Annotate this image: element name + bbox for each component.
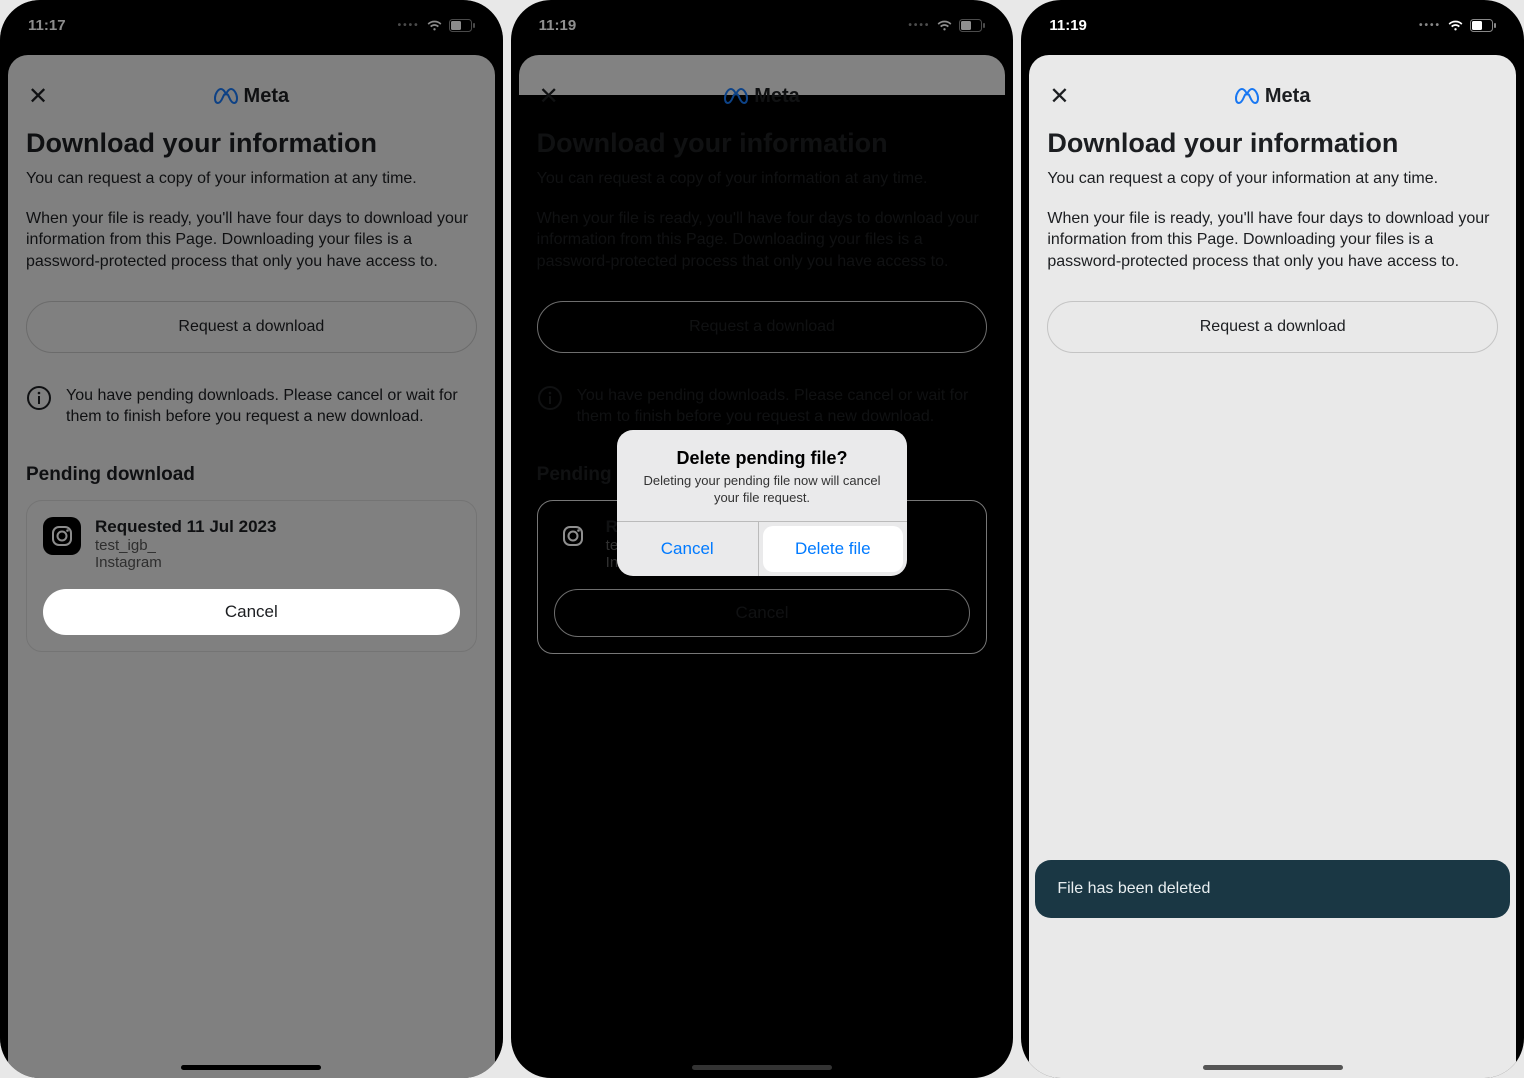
info-text: You have pending downloads. Please cance…	[66, 385, 477, 428]
info-icon	[26, 385, 52, 411]
phone-screen-1: 11:17 •••• ✕ Meta Download your informat…	[0, 0, 503, 1078]
home-indicator[interactable]	[692, 1065, 832, 1070]
cellular-dots-icon: ••••	[398, 20, 420, 31]
battery-icon	[1470, 19, 1496, 32]
request-download-button[interactable]: Request a download	[1047, 301, 1498, 353]
close-icon[interactable]: ✕	[1049, 82, 1069, 111]
instagram-icon	[43, 517, 81, 555]
request-download-button[interactable]: Request a download	[26, 301, 477, 353]
modal-sheet: ✕ Meta Download your information You can…	[519, 55, 1006, 95]
instagram-icon	[554, 517, 592, 555]
subtitle-2: When your file is ready, you'll have fou…	[26, 208, 477, 273]
phone-screen-2: 11:19 •••• ✕ Meta Download your informat…	[511, 0, 1014, 1078]
alert-cancel-button[interactable]: Cancel	[617, 522, 759, 576]
battery-icon	[449, 19, 475, 32]
page-title: Download your information	[537, 128, 988, 159]
page-title: Download your information	[26, 128, 477, 159]
alert-message: Deleting your pending file now will canc…	[633, 473, 891, 507]
info-icon	[537, 385, 563, 411]
info-box: You have pending downloads. Please cance…	[26, 385, 477, 428]
status-time: 11:19	[1049, 17, 1087, 34]
modal-sheet: ✕ Meta Download your information You can…	[8, 55, 495, 1078]
meta-logo: Meta	[1235, 85, 1311, 108]
modal-sheet: ✕ Meta Download your information You can…	[1029, 55, 1516, 1078]
subtitle-2: When your file is ready, you'll have fou…	[537, 208, 988, 273]
meta-logo: Meta	[724, 85, 800, 108]
subtitle-1: You can request a copy of your informati…	[537, 169, 988, 190]
cancel-button[interactable]: Cancel	[554, 589, 971, 637]
alert-delete-button[interactable]: Delete file	[763, 526, 904, 572]
info-text: You have pending downloads. Please cance…	[577, 385, 988, 428]
subtitle-1: You can request a copy of your informati…	[26, 169, 477, 190]
alert-title: Delete pending file?	[633, 448, 891, 469]
subtitle-1: You can request a copy of your informati…	[1047, 169, 1498, 190]
pending-platform: Instagram	[95, 554, 276, 571]
info-box: You have pending downloads. Please cance…	[537, 385, 988, 428]
cellular-dots-icon: ••••	[908, 20, 930, 31]
delete-toast: File has been deleted	[1035, 860, 1510, 918]
close-icon[interactable]: ✕	[28, 82, 48, 111]
brand-text: Meta	[244, 85, 290, 108]
pending-section-label: Pending download	[26, 464, 477, 486]
brand-text: Meta	[1265, 85, 1311, 108]
status-time: 11:19	[539, 17, 577, 34]
cancel-button[interactable]: Cancel	[43, 589, 460, 635]
pending-download-card: Requested 11 Jul 2023 test_igb_ Instagra…	[26, 500, 477, 652]
page-title: Download your information	[1047, 128, 1498, 159]
status-bar: 11:19 ••••	[511, 0, 1014, 40]
meta-logo: Meta	[214, 85, 290, 108]
wifi-icon	[426, 19, 443, 32]
home-indicator[interactable]	[181, 1065, 321, 1070]
battery-icon	[959, 19, 985, 32]
status-bar: 11:19 ••••	[1021, 0, 1524, 40]
status-time: 11:17	[28, 17, 66, 34]
phone-screen-3: 11:19 •••• ✕ Meta Download your informat…	[1021, 0, 1524, 1078]
brand-text: Meta	[754, 85, 800, 108]
pending-title: Requested 11 Jul 2023	[95, 517, 276, 537]
request-download-button[interactable]: Request a download	[537, 301, 988, 353]
close-icon[interactable]: ✕	[539, 82, 559, 111]
pending-user: test_igb_	[95, 537, 276, 554]
status-bar: 11:17 ••••	[0, 0, 503, 40]
delete-alert: Delete pending file? Deleting your pendi…	[617, 430, 907, 576]
cellular-dots-icon: ••••	[1419, 20, 1441, 31]
home-indicator[interactable]	[1203, 1065, 1343, 1070]
wifi-icon	[936, 19, 953, 32]
wifi-icon	[1447, 19, 1464, 32]
subtitle-2: When your file is ready, you'll have fou…	[1047, 208, 1498, 273]
